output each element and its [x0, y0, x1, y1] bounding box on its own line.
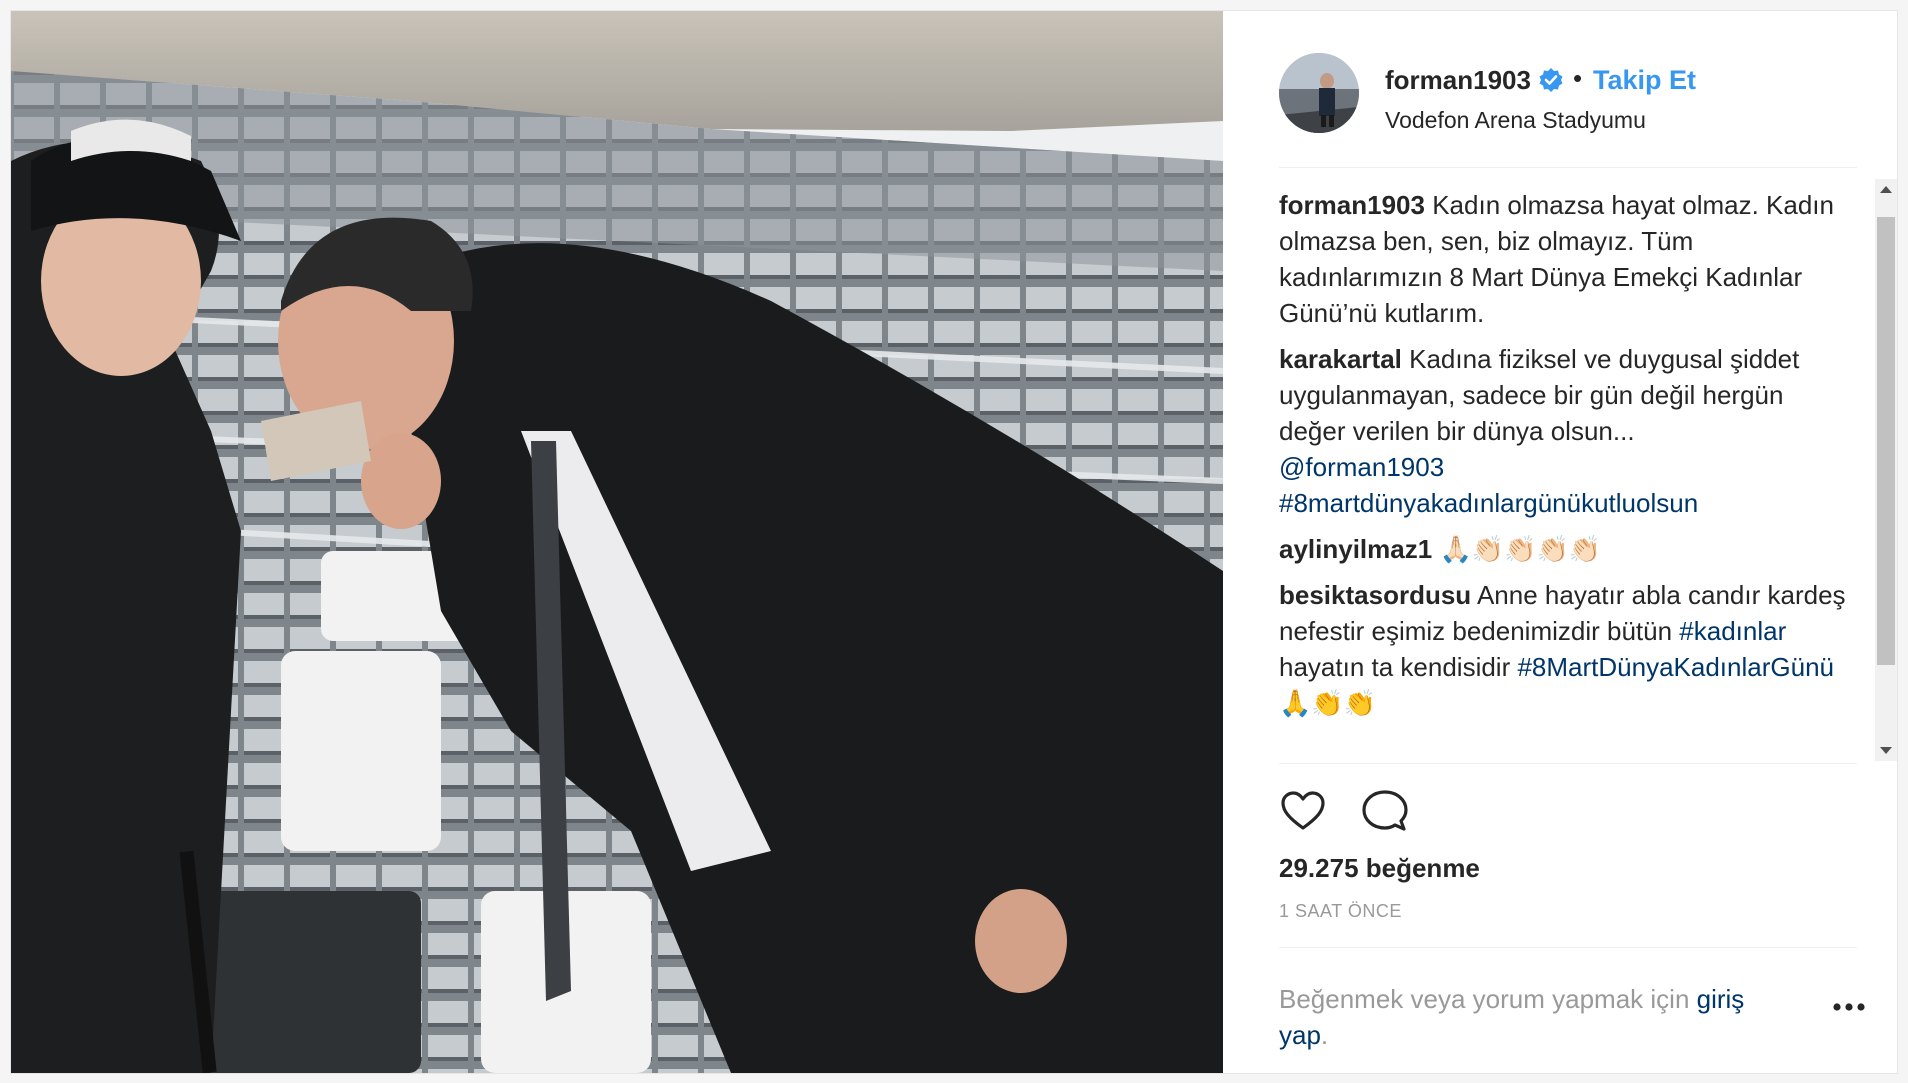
instagram-post-card: forman1903 • Takip Et Vodefon Arena Stad… — [10, 10, 1898, 1074]
hashtag-link[interactable]: #8MartDünyaKadınlarGünü — [1517, 652, 1834, 682]
avatar[interactable] — [1279, 53, 1359, 133]
comment-text: 🙏👏👏 — [1279, 688, 1377, 718]
comment-username[interactable]: besiktasordusu — [1279, 580, 1471, 610]
avatar-image — [1279, 53, 1359, 133]
comment-username[interactable]: aylinyilmaz1 — [1279, 534, 1432, 564]
login-prompt-text: Beğenmek veya yorum yapmak için — [1279, 984, 1697, 1014]
footer-divider — [1279, 947, 1857, 948]
mention-link[interactable]: @forman1903 — [1279, 452, 1444, 482]
likes-count[interactable]: 29.275 beğenme — [1279, 853, 1480, 884]
post-timestamp[interactable]: 1 SAAT ÖNCE — [1279, 901, 1402, 922]
login-prompt: Beğenmek veya yorum yapmak için giriş ya… — [1279, 981, 1799, 1053]
post-photo-illustration — [11, 11, 1223, 1073]
comment-username[interactable]: forman1903 — [1279, 190, 1425, 220]
comments-divider — [1279, 763, 1857, 764]
comment-item: forman1903 Kadın olmazsa hayat olmaz. Ka… — [1279, 187, 1849, 331]
comment-item: besiktasordusu Anne hayatır abla candır … — [1279, 577, 1849, 721]
login-prompt-suffix: . — [1320, 1020, 1329, 1050]
post-actions — [1279, 787, 1479, 837]
comment-username[interactable]: karakartal — [1279, 344, 1402, 374]
scrollbar-thumb[interactable] — [1877, 217, 1895, 665]
comments-scrollbar[interactable] — [1875, 179, 1897, 761]
post-username[interactable]: forman1903 — [1385, 65, 1531, 96]
post-location[interactable]: Vodefon Arena Stadyumu — [1385, 107, 1646, 134]
header-separator: • — [1573, 63, 1583, 93]
hashtag-link[interactable]: #kadınlar — [1679, 616, 1786, 646]
heart-icon[interactable] — [1279, 787, 1327, 835]
post-header: forman1903 • Takip Et Vodefon Arena Stad… — [1279, 49, 1857, 141]
speech-bubble-icon[interactable] — [1361, 787, 1409, 835]
comment-item: karakartal Kadına fiziksel ve duygusal ş… — [1279, 341, 1849, 521]
header-divider — [1279, 167, 1857, 168]
follow-button[interactable]: Takip Et — [1593, 65, 1696, 96]
post-side-panel: forman1903 • Takip Et Vodefon Arena Stad… — [1223, 11, 1897, 1073]
comment-item: aylinyilmaz1 🙏🏻👏🏻👏🏻👏🏻👏🏻 — [1279, 531, 1849, 567]
comment-text: hayatın ta kendisidir — [1279, 652, 1518, 682]
more-options-icon[interactable] — [1831, 999, 1867, 1015]
verified-badge-icon — [1538, 67, 1564, 93]
comments-list[interactable]: forman1903 Kadın olmazsa hayat olmaz. Ka… — [1279, 187, 1849, 777]
comment-text: 🙏🏻👏🏻👏🏻👏🏻👏🏻 — [1439, 534, 1602, 564]
hashtag-link[interactable]: #8martdünyakadınlargünükutluolsun — [1279, 488, 1698, 518]
scroll-up-arrow-icon[interactable] — [1875, 179, 1897, 201]
post-photo[interactable] — [11, 11, 1223, 1073]
scroll-down-arrow-icon[interactable] — [1875, 739, 1897, 761]
